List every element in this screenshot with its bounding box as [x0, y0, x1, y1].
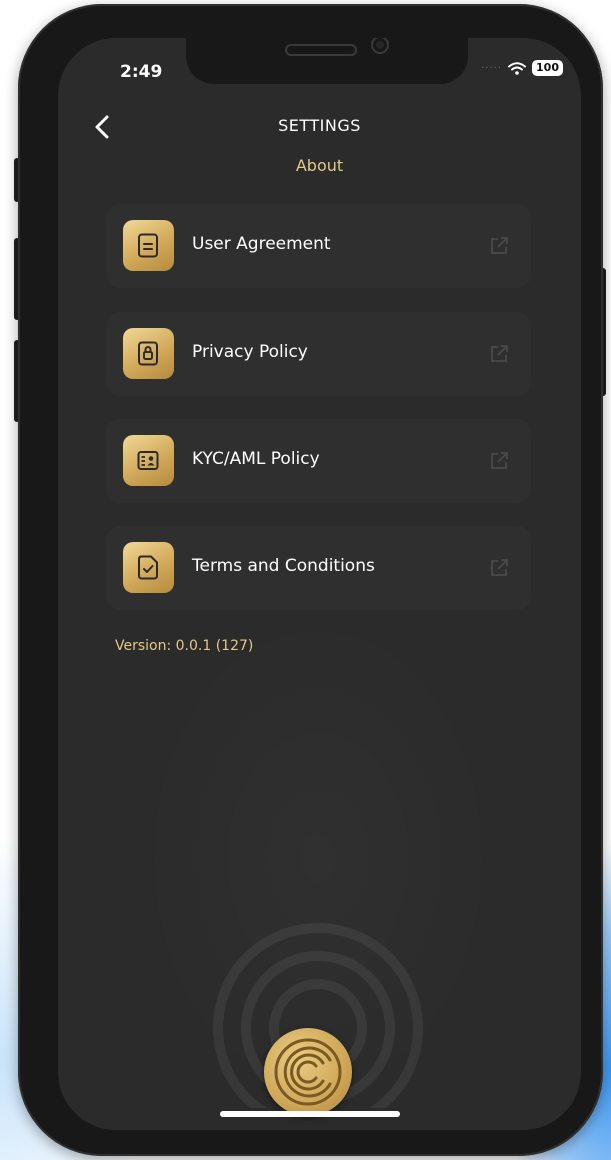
- document-icon: [123, 220, 174, 271]
- app-version: Version: 0.0.1 (127): [115, 638, 254, 654]
- menu-item-label: Privacy Policy: [192, 342, 308, 362]
- external-link-icon: [491, 559, 508, 576]
- app-screen: 2:49 ····· 100 SETTINGS About User Agree…: [58, 38, 581, 1130]
- signal-icon: ·····: [481, 62, 503, 74]
- coin-logo-icon: [274, 1038, 342, 1106]
- home-logo-button[interactable]: [264, 1028, 352, 1116]
- wifi-icon: [508, 61, 527, 75]
- external-link-icon: [491, 237, 508, 254]
- page-title: SETTINGS: [278, 116, 361, 135]
- status-time: 2:49: [120, 62, 163, 82]
- notch: [186, 38, 468, 84]
- lock-document-icon: [123, 328, 174, 379]
- checked-document-icon: [123, 542, 174, 593]
- page-subtitle: About: [295, 156, 344, 175]
- menu-item-user-agreement[interactable]: User Agreement: [106, 204, 531, 288]
- menu-item-label: KYC/AML Policy: [192, 449, 320, 469]
- menu-item-kyc-aml-policy[interactable]: KYC/AML Policy: [98, 419, 531, 503]
- menu-item-label: User Agreement: [192, 234, 331, 254]
- speaker-grille: [285, 44, 357, 56]
- home-indicator[interactable]: [220, 1111, 400, 1117]
- phone-frame: 2:49 ····· 100 SETTINGS About User Agree…: [18, 4, 603, 1156]
- external-link-icon: [491, 345, 508, 362]
- external-link-icon: [491, 452, 508, 469]
- status-indicators: ····· 100: [481, 60, 563, 76]
- id-card-icon: [123, 435, 174, 486]
- menu-item-label: Terms and Conditions: [192, 556, 375, 576]
- menu-item-privacy-policy[interactable]: Privacy Policy: [98, 312, 531, 396]
- battery-indicator: 100: [532, 60, 563, 76]
- menu-item-terms-and-conditions[interactable]: Terms and Conditions: [106, 526, 531, 610]
- front-camera: [371, 38, 389, 54]
